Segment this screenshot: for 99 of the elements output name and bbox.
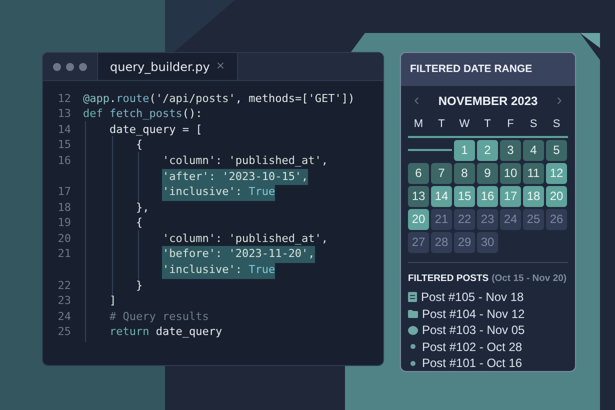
weekday-label: S: [552, 117, 562, 132]
range-line: [408, 149, 452, 151]
post-link[interactable]: Post #105 - Nov 18: [421, 288, 524, 306]
code-token: .: [110, 90, 116, 107]
calendar-day[interactable]: 20: [546, 186, 567, 206]
line-number: 24: [56, 308, 71, 325]
code-token: date_query: [156, 324, 222, 340]
calendar-day[interactable]: 4: [523, 140, 544, 160]
post-link[interactable]: Post #103 - Nov 05: [422, 321, 525, 339]
post-link[interactable]: Post #104 - Nov 12: [422, 304, 525, 322]
weekday-label: T: [437, 117, 446, 132]
calendar-day[interactable]: 26: [546, 208, 567, 230]
calendar-day[interactable]: 22: [454, 208, 475, 230]
previous-month-button[interactable]: ‹: [414, 89, 420, 113]
line-number: 18: [56, 200, 71, 216]
code-token: ]): [341, 90, 355, 107]
code-token: 'inclusive':: [162, 262, 249, 279]
calendar-day[interactable]: 3: [500, 140, 521, 160]
speech-bubble-icon: [408, 326, 418, 334]
file-tab[interactable]: query_builder.py ×: [98, 53, 238, 80]
calendar-day[interactable]: 29: [454, 232, 475, 252]
calendar-day[interactable]: 16: [477, 186, 498, 206]
code-token: ('/api/posts': [149, 90, 236, 107]
code-token: date_query = [: [110, 122, 202, 138]
code-comment: # Query results: [110, 308, 209, 325]
calendar-day[interactable]: 14: [431, 186, 452, 206]
line-number: 20: [56, 230, 71, 247]
code-token: ():: [182, 106, 202, 122]
code-token: @app: [83, 90, 110, 107]
line-number: 23: [56, 293, 71, 310]
calendar-day[interactable]: 23: [477, 208, 498, 230]
month-title: NOVEMBER 2023: [438, 93, 538, 110]
calendar-day[interactable]: 5: [546, 140, 567, 160]
line-number: 14: [56, 122, 71, 138]
post-link[interactable]: Post #102 - Oct 28: [422, 338, 522, 356]
calendar-day[interactable]: 20: [408, 208, 429, 230]
calendar-day[interactable]: 2: [477, 140, 498, 160]
line-number: 21: [56, 246, 71, 262]
calendar-day[interactable]: 1: [454, 140, 475, 160]
weekday-label: T: [483, 117, 492, 132]
line-number: 12: [56, 90, 71, 107]
code-token: }: [136, 278, 143, 294]
code-token: return: [110, 324, 150, 340]
background-shape: [580, 33, 600, 48]
calendar-day[interactable]: 17: [500, 186, 521, 206]
folder-icon: [408, 310, 418, 318]
calendar-day[interactable]: 6: [408, 162, 429, 184]
calendar-day[interactable]: 27: [408, 232, 429, 252]
posts-title: FILTERED POSTS: [408, 272, 489, 286]
bullet-icon: [408, 360, 418, 366]
calendar-day[interactable]: 8: [454, 162, 475, 184]
line-number: 17: [56, 184, 71, 200]
calendar-day[interactable]: 21: [431, 208, 452, 230]
document-icon: [408, 292, 417, 302]
panel-title: FILTERED DATE RANGE: [410, 62, 532, 77]
code-token: 'column': 'published_at',: [162, 152, 328, 169]
code-token: fetch_posts: [110, 106, 182, 122]
weekday-label: W: [458, 117, 471, 132]
code-token: True: [248, 184, 276, 201]
code-token: route: [116, 90, 150, 107]
next-month-button[interactable]: ›: [556, 89, 562, 113]
bullet-icon: [408, 344, 418, 349]
calendar-day[interactable]: 30: [477, 232, 498, 252]
tab-label: query_builder.py: [110, 58, 210, 76]
line-number: 16: [56, 152, 71, 169]
code-token: True: [248, 262, 276, 279]
code-token: {: [136, 137, 143, 154]
code-token: 'after': '2023-10-15',: [162, 168, 308, 186]
line-number: 25: [56, 324, 71, 340]
code-token: ]: [110, 293, 116, 310]
calendar-day[interactable]: 15: [454, 186, 475, 206]
code-token: 'column': 'published_at',: [162, 230, 328, 247]
calendar-day[interactable]: 24: [500, 208, 521, 230]
code-token: {: [136, 215, 143, 232]
weekday-label: M: [412, 117, 424, 132]
calendar-day[interactable]: 10: [500, 162, 521, 184]
weekday-label: F: [506, 117, 515, 132]
code-token: 'before': '2023-11-20',: [162, 246, 315, 263]
calendar-day[interactable]: 13: [408, 186, 429, 206]
calendar-day[interactable]: 9: [477, 162, 498, 184]
calendar-day[interactable]: 18: [523, 186, 544, 206]
code-token: 'GET': [308, 90, 342, 107]
code-token: },: [136, 200, 150, 216]
line-number: 19: [56, 215, 71, 232]
weekday-label: S: [528, 117, 538, 132]
post-link[interactable]: Post #101 - Oct 16: [422, 354, 522, 371]
code-token: , methods=[: [235, 90, 308, 107]
calendar-day[interactable]: 28: [431, 232, 452, 252]
calendar-day[interactable]: 7: [431, 162, 452, 184]
calendar-day[interactable]: 25: [523, 208, 544, 230]
code-token: 'inclusive':: [162, 184, 249, 201]
line-number: 15: [56, 137, 71, 154]
line-number: 13: [56, 106, 71, 122]
calendar-day[interactable]: 11: [523, 162, 544, 184]
code-token: def: [83, 106, 104, 122]
calendar-day[interactable]: 12: [546, 162, 567, 184]
line-number: 22: [56, 278, 71, 294]
tab-close-button[interactable]: ×: [216, 58, 226, 75]
posts-date-range: (Oct 15 - Nov 20): [492, 272, 567, 286]
